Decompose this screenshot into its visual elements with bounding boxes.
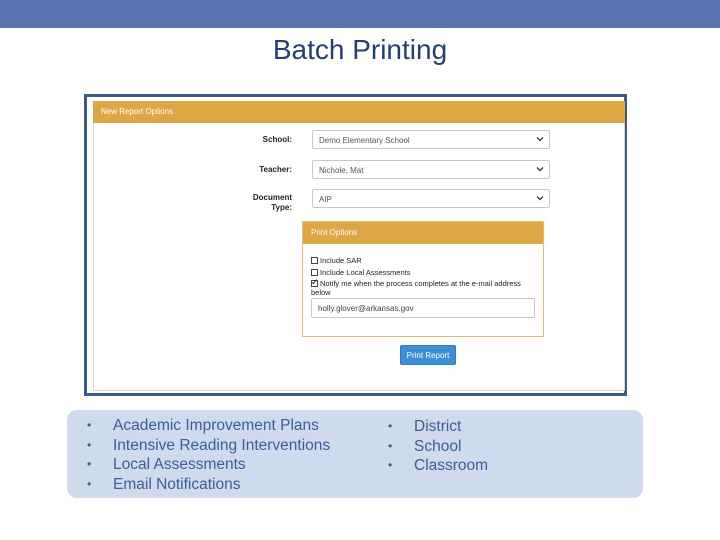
list-item: • Local Assessments	[87, 456, 246, 473]
chevron-down-icon	[536, 137, 544, 142]
include-local-checkbox[interactable]	[311, 269, 318, 276]
notify-checkbox[interactable]	[311, 277, 319, 288]
panel-body: School: Demo Elementary School Teacher: …	[93, 123, 625, 391]
print-options-header: Print Options	[303, 222, 543, 244]
include-sar-checkbox[interactable]	[311, 257, 318, 264]
doctype-label-line2: Type:	[271, 203, 292, 212]
notify-label-line2: below	[311, 288, 331, 297]
doctype-label: Document Type:	[212, 193, 292, 213]
print-report-button[interactable]: Print Report	[400, 345, 456, 365]
page-title: Batch Printing	[272, 34, 448, 65]
doctype-value: AIP	[319, 195, 332, 204]
list-item: • School	[388, 437, 462, 455]
chevron-down-icon	[536, 196, 544, 201]
include-local-label: Include Local Assessments	[320, 268, 411, 277]
chevron-down-icon	[536, 167, 544, 172]
list-item: • Intensive Reading Interventions	[87, 436, 331, 454]
include-local-option[interactable]: Include Local Assessments	[311, 268, 410, 277]
notify-option[interactable]: Notify me when the process completes at …	[311, 277, 521, 288]
document-type-select[interactable]: AIP	[312, 189, 550, 208]
email-field[interactable]: holly.glover@arkansas.gov	[311, 298, 535, 318]
list-item: • Academic Improvement Plans	[87, 417, 319, 434]
school-select[interactable]: Demo Elementary School	[312, 130, 550, 149]
teacher-value: Nichole, Mat	[319, 166, 364, 175]
list-item: • Classroom	[388, 457, 489, 474]
feature-list: • Academic Improvement Plans • Intensive R…	[87, 416, 330, 494]
level-list: • District • School • Classroom	[388, 417, 488, 476]
print-options-panel: Print Options Include SAR Include Local …	[302, 221, 544, 337]
include-sar-label: Include SAR	[320, 256, 362, 265]
list-item: • Email Notifications	[87, 475, 241, 493]
feature-summary-box: • Academic Improvement Plans • Intensive R…	[67, 410, 643, 498]
notify-label-line1: Notify me when the process completes at …	[320, 279, 521, 288]
report-options-screenshot: New Report Options School: Demo Elementa…	[84, 94, 627, 396]
panel-header: New Report Options	[93, 101, 625, 123]
teacher-label: Teacher:	[259, 165, 292, 174]
school-label: School:	[262, 135, 292, 144]
teacher-select[interactable]: Nichole, Mat	[312, 160, 550, 179]
list-item: • District	[388, 418, 462, 435]
doctype-label-line1: Document	[252, 193, 292, 202]
school-value: Demo Elementary School	[319, 136, 410, 145]
include-sar-option[interactable]: Include SAR	[311, 256, 362, 265]
top-band	[0, 0, 720, 28]
